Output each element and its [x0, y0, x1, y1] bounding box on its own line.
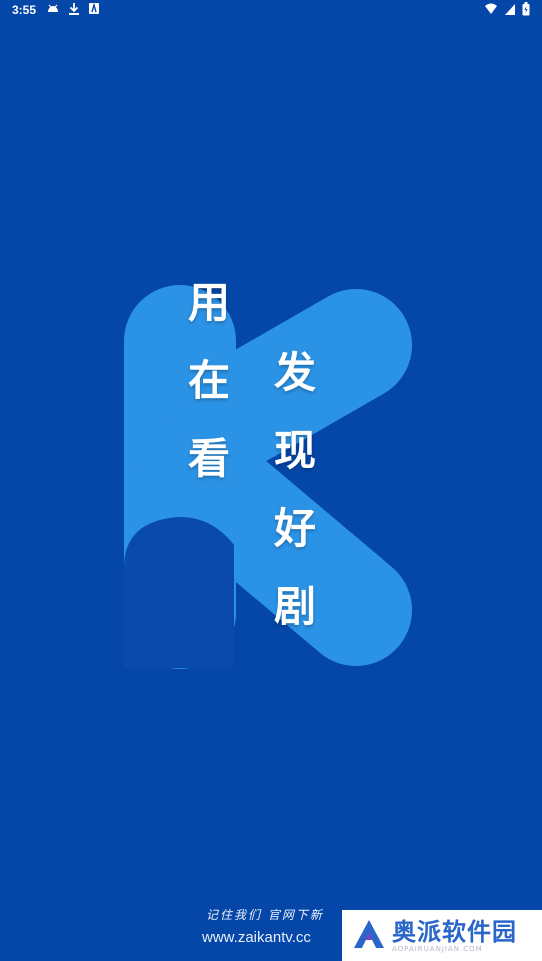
watermark-title: 奥派软件园	[392, 917, 517, 946]
watermark-subtitle: AOPAIRUANJIAN.COM	[392, 944, 483, 953]
slogan-char: 发	[274, 348, 317, 397]
slogan-char: 用	[188, 278, 231, 327]
footer-url: www.zaikantv.cc	[202, 929, 311, 946]
slogan-char: 好	[274, 504, 317, 553]
aopai-logo-icon	[352, 918, 386, 954]
slogan-char: 看	[188, 434, 231, 483]
footer-tagline: 记住我们 官网下新	[206, 908, 324, 922]
slogan-char: 现	[274, 426, 317, 475]
slogan-left-column: 用 在 看	[188, 264, 230, 498]
slogan-char: 在	[188, 356, 231, 405]
slogan-right-column: 发 现 好 剧	[274, 334, 316, 646]
splash-screen: 用 在 看 发 现 好 剧 记住我们 官网下新 www.zaikantv.cc	[0, 0, 542, 961]
watermark-badge: 奥派软件园 AOPAIRUANJIAN.COM	[342, 910, 542, 961]
slogan-char: 剧	[274, 582, 317, 631]
k-logo-icon	[124, 285, 412, 669]
